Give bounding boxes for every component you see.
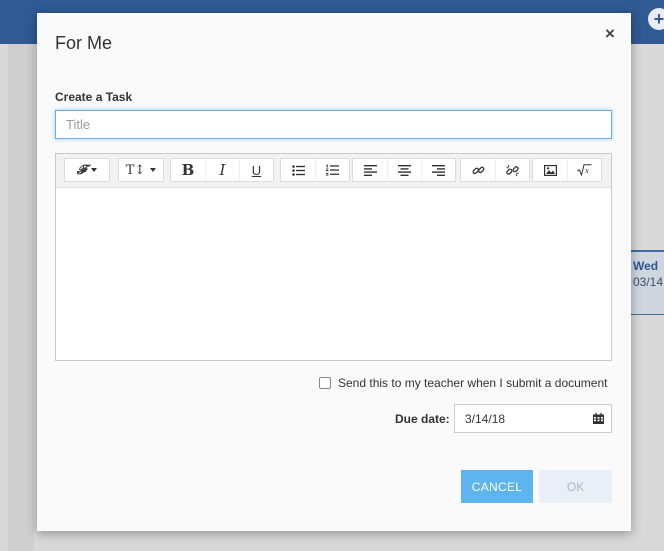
unlink-icon	[506, 164, 519, 176]
font-icon: 𝓕	[76, 162, 87, 178]
send-to-teacher-checkbox[interactable]	[319, 377, 331, 389]
italic-icon: I	[219, 161, 226, 179]
editor-content-area[interactable]	[56, 188, 611, 360]
align-right-button[interactable]	[421, 159, 455, 181]
align-center-button[interactable]	[387, 159, 421, 181]
numbered-list-icon	[326, 164, 339, 176]
underline-icon: U	[251, 162, 262, 178]
calendar-divider	[628, 314, 664, 315]
image-icon	[543, 164, 557, 176]
link-icon	[472, 166, 484, 174]
create-task-label: Create a Task	[55, 90, 133, 104]
app-left-rail	[8, 44, 34, 551]
calendar-day-name: Wed	[633, 259, 659, 273]
insert-formula-button[interactable]: x	[567, 159, 601, 181]
due-date-label: Due date:	[395, 412, 450, 426]
align-left-icon	[363, 164, 377, 176]
task-title-input[interactable]	[55, 110, 612, 139]
insert-image-button[interactable]	[533, 159, 567, 181]
chevron-down-icon	[150, 168, 157, 172]
bold-button[interactable]: B	[171, 159, 205, 181]
due-date-input[interactable]: 3/14/18	[454, 404, 612, 433]
bold-icon: B	[181, 161, 195, 179]
calendar-day-cell: Wed 03/14	[628, 250, 664, 314]
align-left-button[interactable]	[353, 159, 387, 181]
list-group	[280, 158, 350, 182]
modal-title: For Me	[55, 33, 113, 53]
italic-button[interactable]: I	[205, 159, 239, 181]
rich-text-editor: 𝓕 T↕ B I U x	[55, 153, 612, 361]
chevron-down-icon	[91, 168, 98, 172]
underline-button[interactable]: U	[239, 159, 273, 181]
font-size-button[interactable]: T↕	[119, 159, 163, 181]
calendar-icon[interactable]	[593, 413, 604, 424]
align-group	[352, 158, 456, 182]
style-group: B I U	[170, 158, 274, 182]
calendar-day-date: 03/14	[633, 275, 664, 289]
font-group: 𝓕	[64, 158, 110, 182]
align-center-icon	[398, 164, 411, 176]
svg-text:x: x	[585, 167, 589, 175]
bulleted-list-icon	[291, 164, 305, 176]
ok-button[interactable]: OK	[539, 470, 612, 503]
insert-group: x	[532, 158, 602, 182]
remove-link-button[interactable]	[495, 159, 529, 181]
send-to-teacher-label: Send this to my teacher when I submit a …	[338, 376, 608, 390]
send-to-teacher-option[interactable]: Send this to my teacher when I submit a …	[319, 376, 607, 390]
cancel-button[interactable]: CANCEL	[461, 470, 533, 503]
close-icon[interactable]: ×	[603, 25, 617, 42]
text-height-icon: T↕	[125, 162, 146, 178]
editor-toolbar: 𝓕 T↕ B I U x	[56, 154, 611, 188]
link-group	[460, 158, 530, 182]
create-task-modal: For Me × Create a Task 𝓕 T↕ B I	[37, 13, 631, 531]
bullet-list-button[interactable]	[281, 159, 315, 181]
font-family-button[interactable]: 𝓕	[65, 159, 109, 181]
numbered-list-button[interactable]	[315, 159, 349, 181]
insert-link-button[interactable]	[461, 159, 495, 181]
due-date-value: 3/14/18	[465, 411, 506, 426]
size-group: T↕	[118, 158, 164, 182]
add-icon[interactable]: +	[648, 8, 664, 30]
square-root-icon: x	[577, 164, 592, 176]
align-right-icon	[432, 164, 445, 176]
